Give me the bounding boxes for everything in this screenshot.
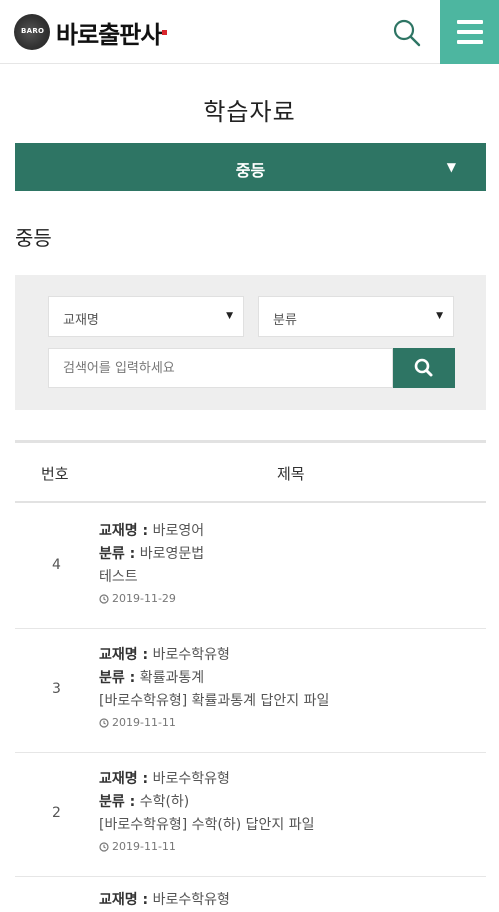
textbook-select[interactable]: 교재명 ▼ bbox=[48, 296, 244, 337]
header-search-button[interactable] bbox=[390, 16, 424, 50]
row-info: 교재명 : 바로수학유형 분류 : 수학(하) [바로수학유형] 수학(하) 답… bbox=[99, 768, 315, 857]
category-label: 분류 : bbox=[99, 794, 136, 810]
logo-mark-icon bbox=[14, 14, 50, 50]
row-date: 2019-11-11 bbox=[99, 837, 315, 857]
category-dropdown[interactable]: 중등 ▼ bbox=[15, 143, 486, 191]
table-header: 번호 제목 bbox=[15, 440, 486, 503]
row-number: 4 bbox=[52, 557, 61, 573]
row-textbook: 바로수학유형 bbox=[152, 892, 230, 908]
search-submit-button[interactable] bbox=[393, 348, 455, 388]
menu-button[interactable] bbox=[440, 0, 499, 64]
textbook-label: 교재명 : bbox=[99, 771, 149, 787]
clock-icon bbox=[99, 594, 109, 604]
clock-icon bbox=[99, 718, 109, 728]
column-header-number: 번호 bbox=[41, 465, 69, 483]
table-row[interactable]: 4 교재명 : 바로영어 분류 : 바로영문법 테스트 2019-11-29 bbox=[15, 505, 486, 629]
row-info: 교재명 : 바로수학유형 bbox=[99, 889, 230, 912]
textbook-label: 교재명 : bbox=[99, 892, 149, 908]
category-select[interactable]: 분류 ▼ bbox=[258, 296, 454, 337]
table-row[interactable]: 교재명 : 바로수학유형 bbox=[15, 877, 486, 908]
section-title: 중등 bbox=[15, 226, 52, 250]
table-row[interactable]: 3 교재명 : 바로수학유형 분류 : 확률과통계 [바로수학유형] 확률과통계… bbox=[15, 629, 486, 753]
row-date: 2019-11-11 bbox=[99, 713, 329, 733]
row-category: 수학(하) bbox=[139, 794, 190, 810]
app-header: 바로출판사 bbox=[0, 0, 499, 64]
category-select-value: 분류 bbox=[273, 313, 297, 328]
hamburger-menu-icon-bar bbox=[457, 40, 483, 44]
table-row[interactable]: 2 교재명 : 바로수학유형 분류 : 수학(하) [바로수학유형] 수학(하)… bbox=[15, 753, 486, 877]
category-label: 분류 : bbox=[99, 670, 136, 686]
search-input[interactable] bbox=[48, 348, 393, 388]
row-date: 2019-11-29 bbox=[99, 589, 204, 609]
textbook-label: 교재명 : bbox=[99, 647, 149, 663]
row-textbook: 바로수학유형 bbox=[152, 647, 230, 663]
row-info: 교재명 : 바로수학유형 분류 : 확률과통계 [바로수학유형] 확률과통계 답… bbox=[99, 644, 329, 733]
row-number: 3 bbox=[52, 681, 61, 697]
hamburger-menu-icon-bar bbox=[457, 30, 483, 34]
row-category: 바로영문법 bbox=[139, 546, 205, 562]
row-date-text: 2019-11-11 bbox=[112, 840, 176, 853]
category-label: 분류 : bbox=[99, 546, 136, 562]
row-category: 확률과통계 bbox=[139, 670, 205, 686]
logo-dot bbox=[162, 29, 168, 35]
row-number: 2 bbox=[52, 805, 61, 821]
row-info: 교재명 : 바로영어 분류 : 바로영문법 테스트 2019-11-29 bbox=[99, 520, 204, 609]
column-header-title: 제목 bbox=[277, 465, 305, 483]
row-date-text: 2019-11-29 bbox=[112, 592, 176, 605]
hamburger-menu-icon bbox=[457, 20, 483, 24]
clock-icon bbox=[99, 842, 109, 852]
caret-down-icon: ▼ bbox=[446, 160, 456, 174]
logo[interactable]: 바로출판사 bbox=[14, 12, 168, 52]
search-icon bbox=[393, 19, 421, 47]
row-textbook: 바로수학유형 bbox=[152, 771, 230, 787]
logo-text: 바로출판사 bbox=[56, 20, 162, 49]
row-date-text: 2019-11-11 bbox=[112, 716, 176, 729]
page-title: 학습자료 bbox=[203, 98, 296, 126]
textbook-select-value: 교재명 bbox=[63, 313, 99, 328]
category-dropdown-label: 중등 bbox=[235, 161, 266, 180]
caret-down-icon: ▼ bbox=[226, 311, 233, 321]
search-icon bbox=[414, 358, 433, 377]
caret-down-icon: ▼ bbox=[436, 311, 443, 321]
row-textbook: 바로영어 bbox=[152, 523, 205, 539]
search-panel: 교재명 ▼ 분류 ▼ bbox=[15, 275, 486, 410]
textbook-label: 교재명 : bbox=[99, 523, 149, 539]
